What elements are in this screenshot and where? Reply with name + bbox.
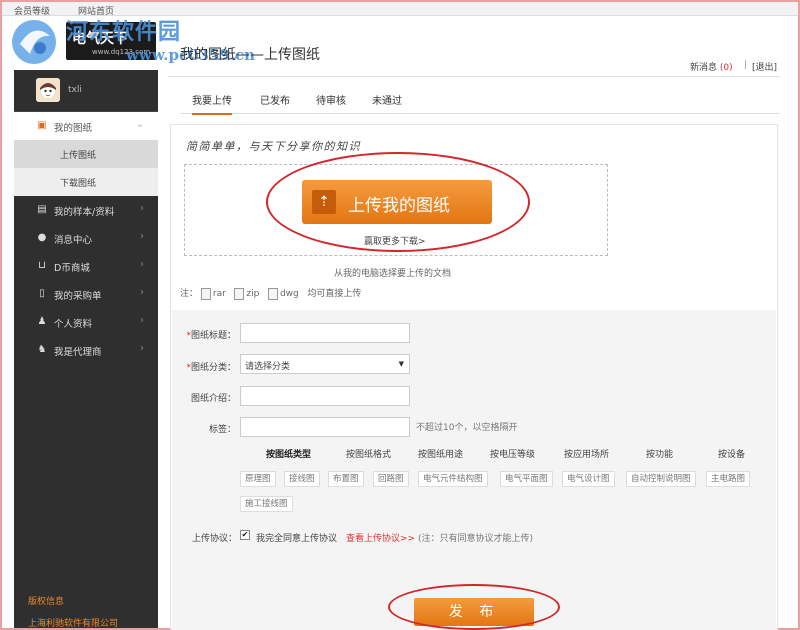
file-type-zip: zip [246,289,260,299]
tag-option[interactable]: 电气平面图 [500,471,553,487]
upload-slogan: 简简单单，与天下分享你的知识 [186,140,361,153]
sidebar-item-messages[interactable]: ● 消息中心 › [14,224,158,252]
file-type-dwg: dwg [279,289,299,299]
sidebar-item-my-drawings[interactable]: ▣ 我的图纸 ⌄ [14,112,158,140]
intro-input[interactable] [240,386,410,406]
avatar[interactable] [36,78,60,102]
file-type-note: 注： rar zip dwg 均可直接上传 [180,286,361,300]
tab-bar: 我要上传 已发布 待审核 未通过 [180,86,780,115]
tag-option[interactable]: 接线图 [284,471,320,487]
category-tab-format[interactable]: 按图纸格式 [346,447,391,460]
tab-published[interactable]: 已发布 [260,92,290,107]
watermark-title: 河东软件园 [66,19,182,45]
sidebar-item-label: 我的采购单 [54,291,102,302]
category-label: *图纸分类： [186,363,236,373]
category-tab-usage[interactable]: 按图纸用途 [418,447,463,460]
category-tab-type[interactable]: 按图纸类型 [266,447,311,460]
title-label: *图纸标题： [186,331,236,341]
book-icon: ▤ [37,204,47,215]
category-select[interactable]: 请选择分类 ▼ [240,354,410,374]
sidebar-item-dcoin-mall[interactable]: ⊔ D币商城 › [14,252,158,280]
sidebar-subitem-upload[interactable]: 上传图纸 [14,140,158,168]
cart-icon: ⊔ [38,260,46,271]
company-name: 上海利驰软件有限公司 [28,619,119,629]
sidebar-item-samples[interactable]: ▤ 我的样本/资料 › [14,196,158,224]
sidebar-subitem-download[interactable]: 下载图纸 [14,168,158,196]
tag-option[interactable]: 主电路图 [706,471,751,487]
new-message-link[interactable]: 新消息 (0) [690,60,733,73]
document-icon: ▯ [39,288,45,299]
chevron-right-icon: › [140,203,144,214]
category-tab-function[interactable]: 按功能 [646,447,673,460]
sidebar-item-label: 个人资料 [54,319,93,330]
chevron-right-icon: › [140,259,144,270]
annotation-ellipse-publish [388,584,560,630]
tag-option[interactable]: 自动控制说明图 [626,471,696,487]
logout-link[interactable]: [退出] [752,60,777,73]
user-row: txli [14,70,158,112]
note-prefix: 注： [180,289,199,299]
tab-upload[interactable]: 我要上传 [192,92,232,115]
sidebar-item-label: 我的样本/资料 [54,207,115,218]
sidebar-item-label: D币商城 [54,263,90,274]
dwg-file-icon [267,287,278,300]
tags-hint: 不超过10个，以空格隔开 [416,423,518,433]
chat-icon: ● [37,232,47,243]
header-separator: | [744,60,748,70]
sidebar-subitem-label: 上传图纸 [60,151,97,161]
note-suffix: 均可直接上传 [307,289,362,299]
agreement-note: (注：只有同意协议才能上传) [418,534,534,544]
category-tab-voltage[interactable]: 按电压等级 [490,447,535,460]
rar-file-icon [200,287,211,300]
header-divider [168,76,780,77]
intro-label: 图纸介绍： [190,394,236,404]
tag-option[interactable]: 电气设计图 [562,471,615,487]
sidebar-subitem-label: 下载图纸 [60,179,97,189]
sidebar: txli ▣ 我的图纸 ⌄ 上传图纸 下载图纸 ▤ 我的样本/资料 › ● 消息… [14,70,158,629]
chevron-right-icon: › [140,343,144,354]
chevron-right-icon: › [140,231,144,242]
tag-option[interactable]: 布置图 [328,471,364,487]
copyright-label[interactable]: 版权信息 [28,594,64,607]
upload-from-pc-text: 从我的电脑选择要上传的文档 [334,269,452,279]
category-tab-device[interactable]: 按设备 [718,447,745,460]
picture-icon: ▣ [37,120,47,131]
sidebar-item-label: 我是代理商 [54,347,102,358]
chevron-right-icon: › [140,287,144,298]
tab-rejected[interactable]: 未通过 [372,92,402,107]
chevron-right-icon: › [140,315,144,326]
watermark-logo-icon [12,20,56,64]
title-input[interactable] [240,323,410,343]
chevron-down-icon: ▼ [398,360,404,368]
message-count-badge: (0) [719,63,733,73]
agreement-label: 上传协议： [192,534,238,544]
sidebar-item-agent[interactable]: ♞ 我是代理商 › [14,336,158,364]
agreement-checkbox[interactable]: ✔ [240,530,250,540]
tag-option[interactable]: 电气元件结构图 [418,471,488,487]
file-type-rar: rar [212,289,226,299]
sidebar-item-purchase-orders[interactable]: ▯ 我的采购单 › [14,280,158,308]
chevron-down-icon: ⌄ [135,119,144,130]
sidebar-item-label: 消息中心 [54,235,93,246]
annotation-ellipse-upload [266,152,530,252]
sidebar-item-label: 我的图纸 [54,123,93,134]
category-tab-place[interactable]: 按应用场所 [564,447,609,460]
user-edit-icon: ♟ [37,316,47,327]
tags-input[interactable] [240,417,410,437]
zip-file-icon [234,287,245,300]
agent-icon: ♞ [37,344,47,355]
page-title: 我的图纸——上传图纸 [180,47,320,63]
tags-label: 标签： [208,425,236,435]
tag-option[interactable]: 回路图 [373,471,409,487]
agreement-text: 我完全同意上传协议 [256,534,338,544]
tag-option[interactable]: 施工接线图 [240,496,293,512]
username[interactable]: txli [68,85,82,95]
tag-option[interactable]: 原理图 [240,471,276,487]
tab-pending[interactable]: 待审核 [316,92,346,107]
category-select-value: 请选择分类 [245,362,291,372]
sidebar-item-profile[interactable]: ♟ 个人资料 › [14,308,158,336]
view-agreement-link[interactable]: 查看上传协议>> [346,531,415,544]
new-message-label: 新消息 [690,63,718,73]
